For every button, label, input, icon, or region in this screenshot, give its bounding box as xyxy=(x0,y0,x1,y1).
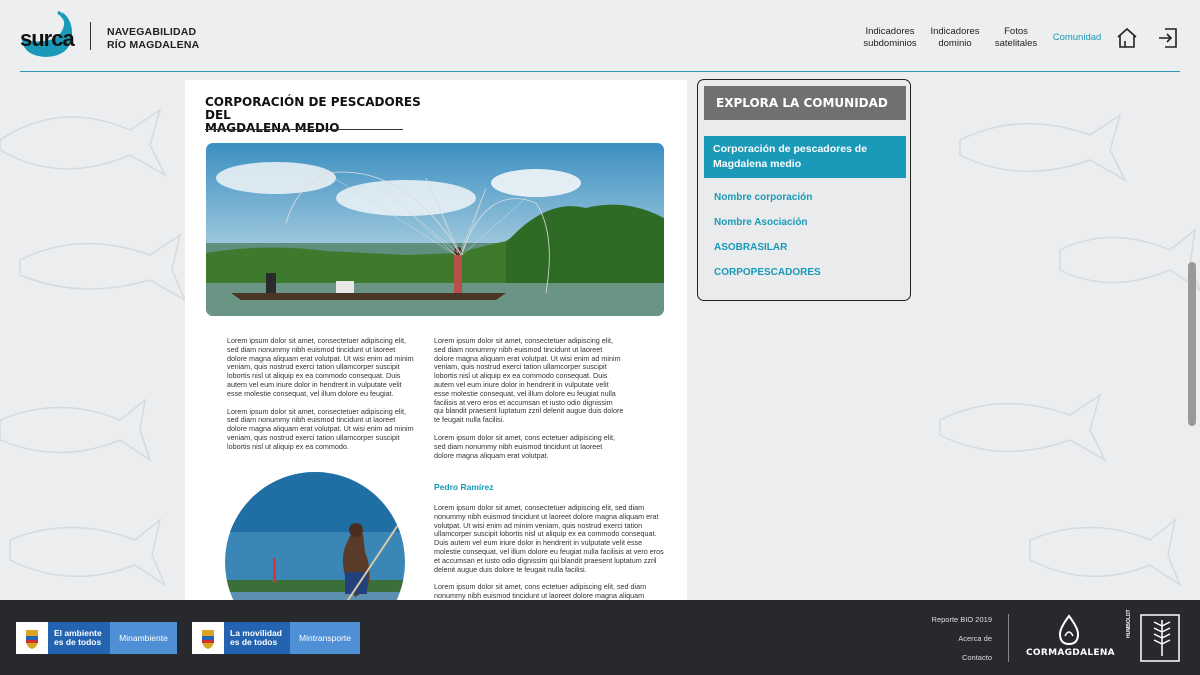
home-icon[interactable] xyxy=(1116,27,1138,49)
site-title: NAVEGABILIDAD RÍO MAGDALENA xyxy=(107,26,199,52)
badge-slogan-line2: es de todos xyxy=(54,637,102,647)
nav-fotos-satelitales[interactable]: Fotos satelitales xyxy=(992,26,1040,52)
article-card: CORPORACIÓN DE PESCADORES DEL MAGDALENA … xyxy=(185,80,687,600)
sidebar-heading: EXPLORA LA COMUNIDAD xyxy=(704,86,906,120)
footer-link-reporte[interactable]: Reporte BIO 2019 xyxy=(900,615,992,624)
footer-link-contacto[interactable]: Contacto xyxy=(900,653,992,662)
person-name: Pedro Ramírez xyxy=(434,482,494,492)
person-bio: Lorem ipsum dolor sit amet, consectetuer… xyxy=(434,503,666,600)
article-column-left: Lorem ipsum dolor sit amet, consectetuer… xyxy=(227,336,417,461)
nav-comunidad[interactable]: Comunidad xyxy=(1052,32,1102,58)
badge-ministry-label: Minambiente xyxy=(110,622,177,654)
nav-label-line2: dominio xyxy=(938,38,972,49)
nav-label-line1: Fotos xyxy=(1004,26,1028,37)
page-scrollbar[interactable] xyxy=(1188,262,1196,426)
paragraph: Lorem ipsum dolor sit amet, consectetuer… xyxy=(434,336,624,425)
sidebar-link-nombre-asociacion[interactable]: Nombre Asociación xyxy=(714,217,808,228)
site-title-line1: NAVEGABILIDAD xyxy=(107,26,197,38)
fisherman-portrait-image xyxy=(225,472,405,600)
fishermen-hero-image xyxy=(206,143,664,316)
badge-ministry-label: Mintransporte xyxy=(290,622,360,654)
article-title-line1: CORPORACIÓN DE PESCADORES DEL xyxy=(205,95,421,122)
badge-slogan-line2: es de todos xyxy=(230,637,278,647)
title-underline xyxy=(205,129,403,130)
nav-label-line2: satelitales xyxy=(994,38,1038,49)
footer-divider xyxy=(1008,614,1009,662)
mintransporte-badge[interactable]: La movilidad es de todos Mintransporte xyxy=(192,622,360,654)
humboldt-label: HUMBOLDT xyxy=(1126,609,1132,638)
logout-icon[interactable] xyxy=(1157,27,1179,49)
logo-text: surca xyxy=(20,26,75,51)
humboldt-logo-icon[interactable] xyxy=(1140,614,1180,662)
nav-label-line1: Comunidad xyxy=(1052,32,1102,43)
sidebar-link-corpopescadores[interactable]: CORPOPESCADORES xyxy=(714,267,821,278)
top-header: surca NAVEGABILIDAD RÍO MAGDALENA Indica… xyxy=(0,0,1200,72)
colombia-crest-icon xyxy=(16,622,48,654)
paragraph: Lorem ipsum dolor sit amet, cons ectetue… xyxy=(434,432,615,460)
badge-slogan: La movilidad es de todos xyxy=(224,622,290,654)
paragraph: Lorem ipsum dolor sit amet, consectetuer… xyxy=(227,336,414,398)
header-divider xyxy=(90,22,91,50)
sidebar-item-active[interactable]: Corporación de pescadores de Magdalena m… xyxy=(704,136,906,178)
nav-label-line2: subdominios xyxy=(863,38,917,49)
paragraph: Lorem ipsum dolor sit amet, consectetuer… xyxy=(434,503,664,574)
nav-label-line1: Indicadores xyxy=(930,26,980,37)
paragraph: Lorem ipsum dolor sit amet, consectetuer… xyxy=(227,406,414,451)
minambiente-badge[interactable]: El ambiente es de todos Minambiente xyxy=(16,622,177,654)
explore-community-sidebar: EXPLORA LA COMUNIDAD Corporación de pesc… xyxy=(697,79,911,301)
cormagdalena-label: CORMAGDALENA xyxy=(1026,648,1115,658)
cormagdalena-logo-icon[interactable] xyxy=(1056,614,1082,646)
site-title-line2: RÍO MAGDALENA xyxy=(107,39,200,51)
footer: El ambiente es de todos Minambiente La m… xyxy=(0,600,1200,675)
nav-indicadores-dominio[interactable]: Indicadores dominio xyxy=(929,26,981,52)
sidebar-link-asobrasilar[interactable]: ASOBRASILAR xyxy=(714,242,787,253)
footer-link-acerca[interactable]: Acerca de xyxy=(900,634,992,643)
paragraph: Lorem ipsum dolor sit amet, cons ectetue… xyxy=(434,582,647,600)
colombia-crest-icon xyxy=(192,622,224,654)
nav-label-line1: Indicadores xyxy=(865,26,915,37)
sidebar-link-nombre-corporacion[interactable]: Nombre corporación xyxy=(714,192,812,203)
header-rule xyxy=(20,71,1180,72)
nav-indicadores-subdominios[interactable]: Indicadores subdominios xyxy=(862,26,918,52)
badge-slogan: El ambiente es de todos xyxy=(48,622,110,654)
article-column-right: Lorem ipsum dolor sit amet, consectetuer… xyxy=(434,336,624,469)
